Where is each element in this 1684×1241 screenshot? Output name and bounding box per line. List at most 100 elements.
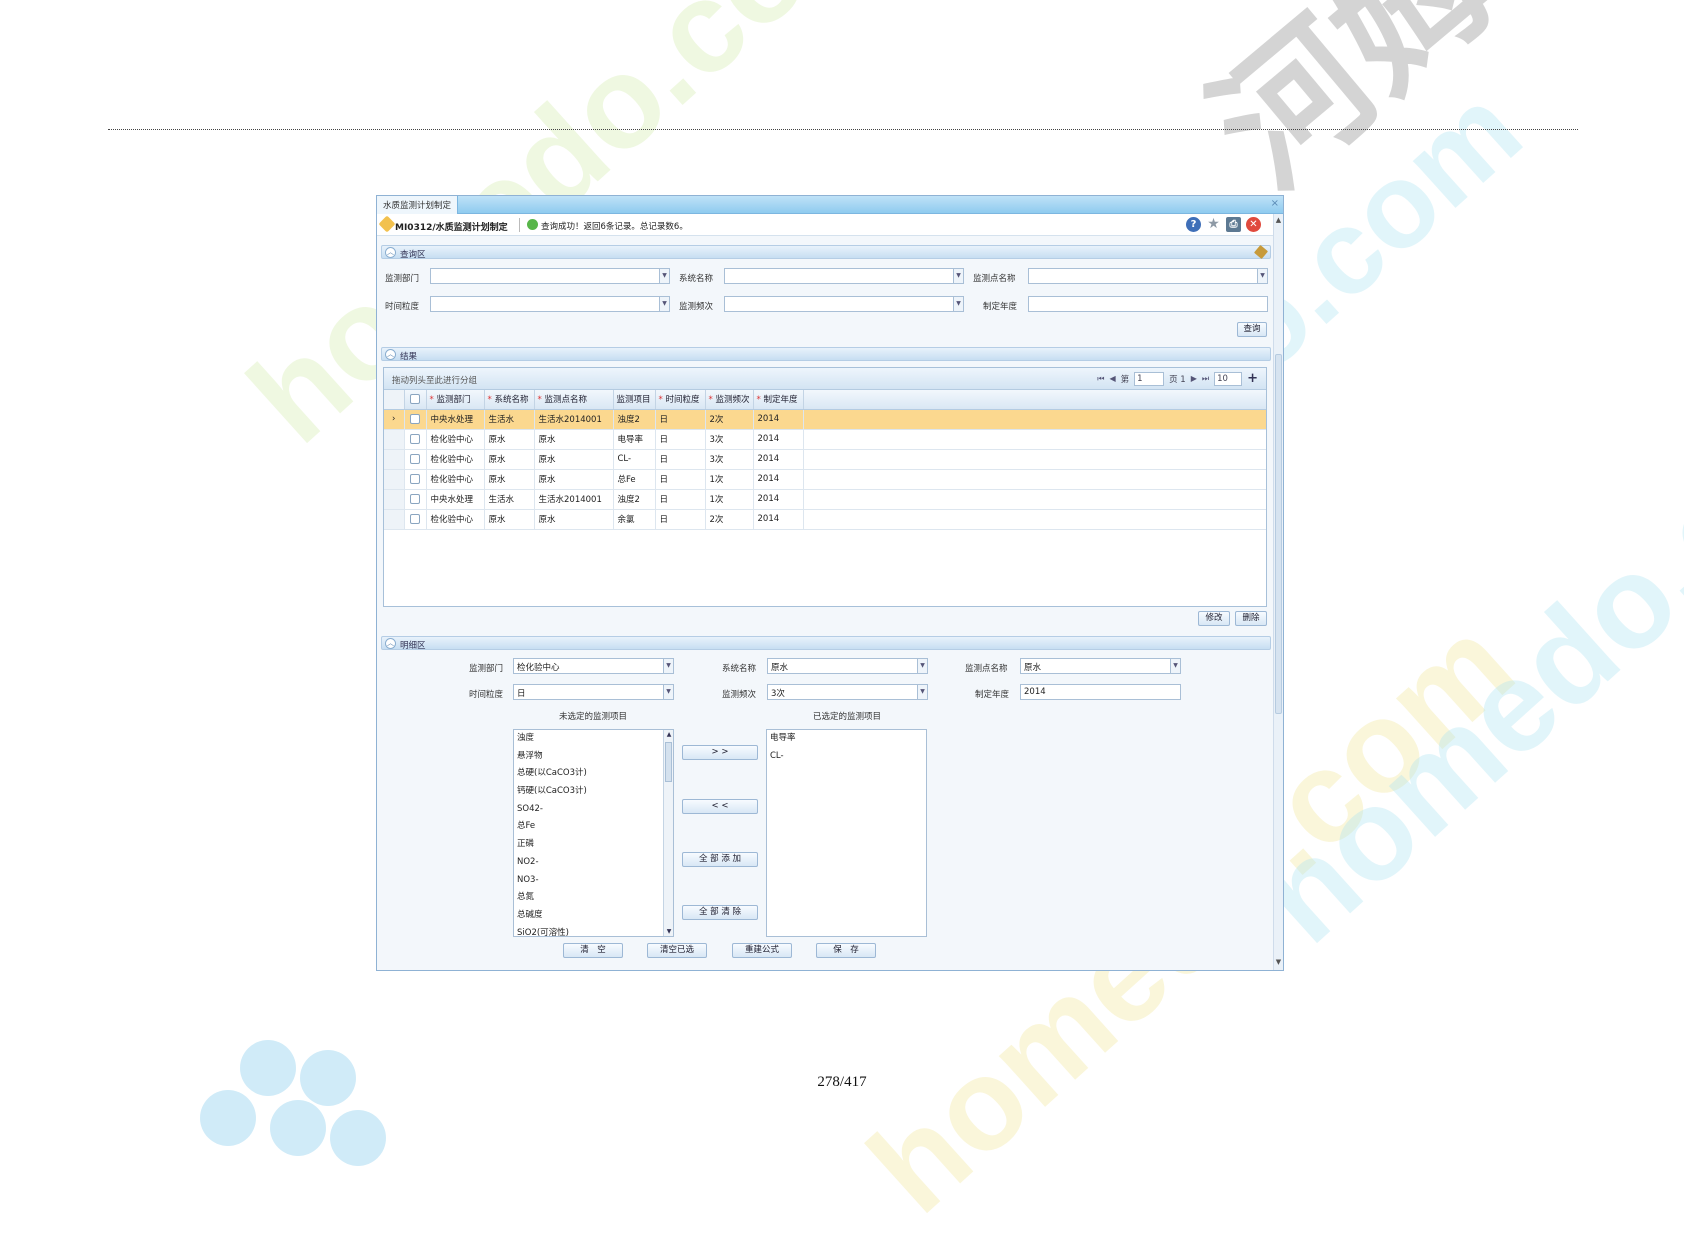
tab-water-plan[interactable]: 水质监测计划制定 [377, 196, 459, 214]
row-checkbox-cell[interactable] [404, 449, 427, 470]
window-close-icon[interactable]: × [1271, 198, 1279, 209]
detail-section-header[interactable]: ︿ 明细区 [381, 636, 1271, 651]
row-checkbox[interactable] [410, 413, 420, 424]
list-item[interactable]: 悬浮物 [514, 748, 673, 766]
scroll-up-icon[interactable]: ▲ [1274, 216, 1283, 226]
list-item[interactable]: 总硬(以CaCO3计) [514, 765, 673, 783]
scroll-down-icon[interactable]: ▼ [664, 928, 673, 935]
close-icon[interactable]: ✕ [1246, 217, 1261, 232]
col-header-point[interactable]: * 监测点名称 [534, 390, 614, 410]
detail-year-input[interactable]: 2014 [1020, 684, 1181, 700]
print-icon[interactable]: ⎙ [1226, 217, 1241, 232]
chevron-down-icon[interactable]: ▼ [953, 269, 963, 283]
clear-selected-button[interactable]: 清空已选 [647, 943, 707, 958]
table-row[interactable]: 检化验中心 原水 原水 余氯日 2次 2014 [384, 509, 1266, 530]
add-all-button[interactable]: 全 部 添 加 [682, 852, 758, 867]
query-frequency-select[interactable]: ▼ [724, 296, 964, 312]
list-item[interactable]: 钙硬(以CaCO3计) [514, 783, 673, 801]
delete-button[interactable]: 删除 [1235, 611, 1267, 626]
remove-all-button[interactable]: 全 部 清 除 [682, 905, 758, 920]
list-item[interactable]: 总氮 [514, 889, 673, 907]
list-item[interactable]: 总碱度 [514, 907, 673, 925]
list-item[interactable]: 总Fe [514, 818, 673, 836]
row-checkbox[interactable] [410, 453, 420, 464]
scroll-down-icon[interactable]: ▼ [1274, 958, 1283, 968]
scrollbar-thumb[interactable] [1275, 354, 1282, 714]
chevron-down-icon[interactable]: ▼ [917, 659, 927, 673]
chevron-down-icon[interactable]: ▼ [1257, 269, 1267, 283]
add-selected-button[interactable]: > > [682, 745, 758, 760]
chevron-down-icon[interactable]: ▼ [659, 269, 669, 283]
chevron-down-icon[interactable]: ▼ [953, 297, 963, 311]
row-checkbox[interactable] [410, 473, 420, 484]
list-item[interactable]: CL- [767, 748, 926, 766]
row-checkbox[interactable] [410, 513, 420, 524]
query-system-select[interactable]: ▼ [724, 268, 964, 284]
chevron-down-icon[interactable]: ▼ [659, 297, 669, 311]
table-row[interactable]: › 中央水处理 生活水 生活水2014001 浊度2 日 2次 2014 [384, 409, 1266, 430]
detail-point-select[interactable]: 原水 ▼ [1020, 658, 1181, 674]
collapse-icon[interactable]: ︿ [385, 638, 396, 649]
page-size-select[interactable]: 10 [1214, 371, 1243, 386]
clear-button[interactable]: 清 空 [563, 943, 623, 958]
scroll-up-icon[interactable]: ▲ [664, 731, 673, 738]
row-checkbox[interactable] [410, 493, 420, 504]
selected-items-list[interactable]: 电导率 CL- [766, 729, 927, 937]
col-header-dept[interactable]: * 监测部门 [426, 390, 485, 410]
detail-dept-select[interactable]: 检化验中心 ▼ [513, 658, 674, 674]
detail-system-select[interactable]: 原水 ▼ [767, 658, 928, 674]
list-item[interactable]: SO42- [514, 801, 673, 819]
query-point-select[interactable]: ▼ [1028, 268, 1268, 284]
list-item[interactable]: NO2- [514, 854, 673, 872]
query-section-header[interactable]: ︿ 查询区 [381, 244, 1271, 260]
chevron-down-icon[interactable]: ▼ [663, 659, 673, 673]
list-scrollbar[interactable]: ▲ ▼ [663, 730, 673, 936]
query-dept-select[interactable]: ▼ [430, 268, 670, 284]
remove-selected-button[interactable]: < < [682, 799, 758, 814]
collapse-icon[interactable]: ︿ [385, 247, 396, 258]
help-icon[interactable]: ? [1186, 217, 1201, 232]
page-input[interactable]: 1 [1134, 371, 1165, 386]
chevron-down-icon[interactable]: ▼ [917, 685, 927, 699]
list-item[interactable]: 浊度 [514, 730, 673, 748]
col-header-system[interactable]: * 系统名称 [484, 390, 535, 410]
list-item[interactable]: 正磷 [514, 836, 673, 854]
row-checkbox-cell[interactable] [404, 489, 427, 510]
table-row[interactable]: 检化验中心 原水 原水 总Fe 日 1次 2014 [384, 469, 1266, 490]
table-row[interactable]: 检化验中心 原水 原水 CL- 日 3次 2014 [384, 449, 1266, 470]
list-item[interactable]: 电导率 [767, 730, 926, 748]
row-checkbox-cell[interactable] [404, 409, 427, 430]
next-page-icon[interactable]: ▶ [1191, 374, 1197, 383]
row-checkbox-cell[interactable] [404, 429, 427, 450]
edit-button[interactable]: 修改 [1198, 611, 1230, 626]
row-checkbox[interactable] [410, 433, 420, 444]
edit-icon[interactable] [1253, 244, 1269, 260]
select-all-header[interactable] [404, 390, 427, 410]
prev-page-icon[interactable]: ◀ [1109, 374, 1115, 383]
query-granularity-select[interactable]: ▼ [430, 296, 670, 312]
list-item[interactable]: SiO2(可溶性) [514, 925, 673, 936]
results-section-header[interactable]: ︿ 结果 [381, 347, 1271, 362]
save-button[interactable]: 保 存 [816, 943, 876, 958]
col-header-granularity[interactable]: * 时间粒度 [655, 390, 706, 410]
table-row[interactable]: 检化验中心 原水 原水 电导率日 3次 2014 [384, 429, 1266, 450]
chevron-down-icon[interactable]: ▼ [663, 685, 673, 699]
table-row[interactable]: 中央水处理 生活水 生活水2014001 浊度2 日 1次 2014 [384, 489, 1266, 510]
detail-frequency-select[interactable]: 3次 ▼ [767, 684, 928, 700]
favorite-icon[interactable]: ★ [1206, 217, 1221, 232]
col-header-year[interactable]: * 制定年度 [753, 390, 804, 410]
add-icon[interactable]: + [1247, 371, 1258, 386]
collapse-icon[interactable]: ︿ [385, 349, 396, 360]
chevron-down-icon[interactable]: ▼ [1170, 659, 1180, 673]
row-checkbox-cell[interactable] [404, 469, 427, 490]
detail-granularity-select[interactable]: 日 ▼ [513, 684, 674, 700]
select-all-checkbox[interactable] [410, 394, 420, 404]
window-scrollbar[interactable]: ▲ ▼ [1273, 214, 1283, 970]
list-item[interactable]: NO3- [514, 872, 673, 890]
first-page-icon[interactable]: ⏮ [1097, 374, 1104, 384]
last-page-icon[interactable]: ⏭ [1202, 374, 1209, 384]
col-header-item[interactable]: 监测项目 [613, 390, 656, 410]
row-checkbox-cell[interactable] [404, 509, 427, 530]
unselected-items-list[interactable]: 浊度 悬浮物 总硬(以CaCO3计) 钙硬(以CaCO3计) SO42- 总Fe 正磷 NO2… [513, 729, 674, 937]
rebuild-formula-button[interactable]: 重建公式 [732, 943, 792, 958]
